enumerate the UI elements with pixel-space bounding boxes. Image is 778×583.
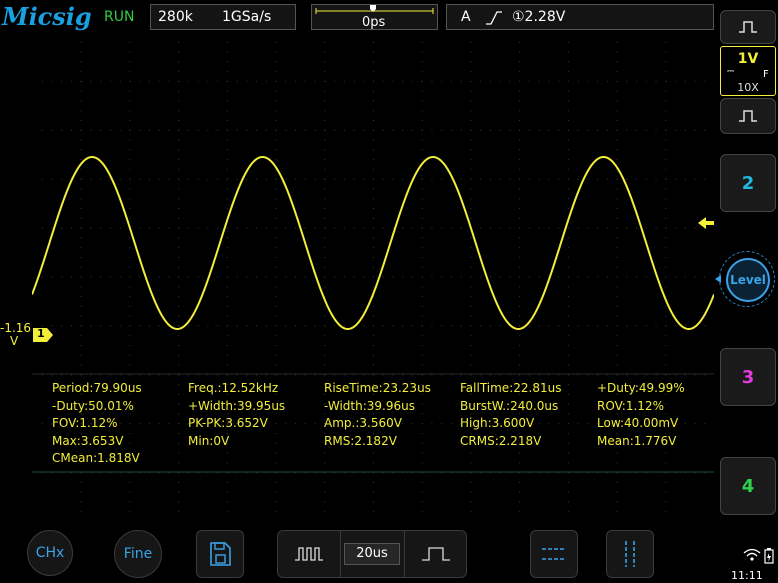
save-button[interactable] (196, 530, 244, 578)
measurement-value: CMean:1.818V (52, 451, 140, 465)
save-disk-icon (210, 542, 231, 566)
measurement-value: FOV:1.12% (52, 416, 118, 430)
measurement-value: -Width:39.96us (324, 398, 415, 413)
measurement-value: BurstW.:240.0us (460, 398, 559, 413)
ch3-label: 3 (741, 366, 755, 388)
horizontal-cursor-button[interactable] (530, 530, 578, 578)
measurement-value: +Width:39.95us (188, 398, 286, 413)
timebase-increase-button[interactable] (404, 531, 467, 577)
measurement-value: FallTime:22.81us (460, 381, 562, 395)
measurement-value: Mean:1.776V (597, 433, 677, 448)
measurement-value: Freq.:12.52kHz (188, 381, 279, 395)
ch1-offset-label: -1.16 V (0, 321, 32, 348)
ch2-label: 2 (741, 172, 755, 194)
trigger-mode: A (461, 9, 471, 25)
pulse-icon (739, 21, 757, 33)
measurement-value: PK-PK:3.652V (188, 416, 268, 430)
clock: 11:11 (731, 569, 763, 582)
pulse-icon (739, 110, 757, 122)
fine-button[interactable]: Fine (114, 530, 162, 578)
level-left-arrow-icon (715, 275, 721, 283)
measurement-value: +Duty:49.99% (597, 381, 685, 395)
measurement-value: RMS:2.182V (324, 433, 397, 448)
timebase-value[interactable]: 20us (344, 543, 400, 565)
measurement-value: Max:3.653V (52, 433, 124, 448)
timebase-decrease-button[interactable] (278, 531, 341, 577)
time-offset-box[interactable]: 0ps (311, 4, 438, 30)
waveform-display[interactable]: Period:79.90us Freq.:12.52kHz RiseTime:23.… (32, 32, 714, 521)
ch4-button[interactable]: 4 (720, 457, 776, 515)
ch2-button[interactable]: 2 (720, 154, 776, 212)
measurement-value: CRMS:2.218V (460, 433, 542, 448)
sample-rate: 1GSa/s (222, 9, 272, 25)
time-offset-value: 0ps (362, 15, 386, 30)
measurement-value: Min:0V (188, 433, 230, 448)
trigger-level-value: ①2.28V (512, 9, 566, 25)
run-state-indicator[interactable]: RUN (104, 9, 134, 25)
rising-edge-icon (486, 11, 502, 25)
measurement-value: Low:40.00mV (597, 416, 679, 430)
probe-ratio: 10X (737, 81, 759, 94)
coupling-flag: F (763, 69, 769, 80)
measurement-value: Period:79.90us (52, 381, 142, 395)
trigger-level-marker-icon[interactable] (697, 216, 715, 230)
wifi-icon (743, 548, 761, 561)
acquisition-info[interactable]: 280k 1GSa/s (150, 4, 296, 30)
measurement-value: ROV:1.12% (597, 398, 664, 413)
battery-icon (764, 548, 774, 564)
measurement-panel: Period:79.90us Freq.:12.52kHz RiseTime:23.… (32, 374, 714, 474)
measurement-value: RiseTime:23.23us (324, 381, 431, 395)
measurement-value: -Duty:50.01% (52, 398, 134, 413)
measurement-value: Amp.:3.560V (324, 416, 402, 430)
vertical-cursor-icon (625, 541, 635, 567)
brand-logo: Micsig (2, 2, 92, 31)
timebase-control: 20us (277, 530, 467, 578)
compressed-pulse-icon (295, 547, 323, 561)
horizontal-cursor-icon (542, 548, 566, 560)
trigger-info[interactable]: A ①2.28V (446, 4, 714, 30)
ch3-button[interactable]: 3 (720, 348, 776, 406)
ch1-scale: 1V (737, 51, 759, 67)
ch1-marker-label: 1 (37, 327, 45, 340)
dc-coupling-icon: ⎓ (727, 67, 735, 77)
measurement-value: High:3.600V (460, 416, 535, 430)
ch4-label: 4 (741, 475, 755, 497)
memory-depth: 280k (158, 9, 193, 25)
scale-up-button[interactable] (720, 10, 776, 44)
scale-down-button[interactable] (720, 98, 776, 134)
level-button[interactable]: Level (726, 258, 770, 302)
ch1-scale-box[interactable]: 1V ⎓ F 10X (720, 46, 776, 96)
vertical-cursor-button[interactable] (606, 530, 654, 578)
waveform-line (32, 155, 714, 331)
chx-button[interactable]: CHx (27, 530, 73, 576)
wide-pulse-icon (422, 547, 450, 561)
